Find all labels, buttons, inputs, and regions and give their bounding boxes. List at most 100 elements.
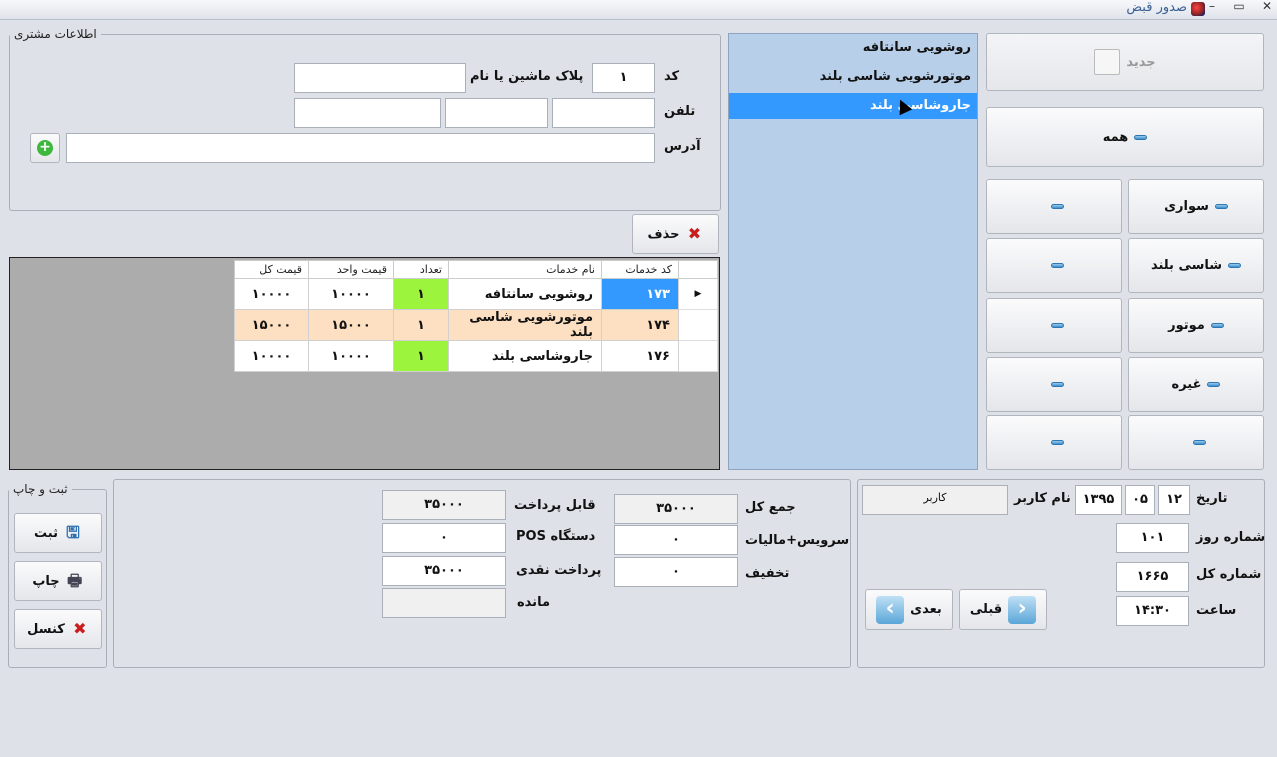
new-button[interactable]: جدید [986,33,1264,91]
table-row[interactable]: ۱۰۰۰۰ ۱۰۰۰۰ ۱ جاروشاسی بلند ۱۷۶ [234,340,718,372]
cancel-button[interactable]: ✖ کنسل [14,609,102,649]
customer-code-field[interactable]: ۱ [592,63,655,93]
table-row[interactable]: ۱۵۰۰۰ ۱۵۰۰۰ ۱ موتورشویی شاسی بلند ۱۷۴ [234,309,718,341]
total-field: ۳۵۰۰۰ [614,494,738,524]
header-unit-price[interactable]: قیمت واحد [308,260,394,279]
category-button-other[interactable]: غیره [1128,357,1264,412]
close-button[interactable]: ✕ [1258,0,1276,14]
phone-field-2[interactable] [445,98,548,128]
cell-code[interactable]: ۱۷۶ [601,340,679,372]
plate-field[interactable] [294,63,466,93]
cell-total[interactable]: ۱۰۰۰۰ [234,278,309,310]
minimize-button[interactable]: – [1203,0,1221,14]
cell-qty[interactable]: ۱ [393,278,449,310]
cell-name[interactable]: موتورشویی شاسی بلند [448,309,602,341]
cell-name[interactable]: جاروشاسی بلند [448,340,602,372]
total-label: جمع کل [745,500,796,515]
dash-icon [1192,440,1206,445]
date-day-field[interactable]: ۱۲ [1158,485,1190,515]
plate-label: پلاک ماشین یا نام [470,69,584,84]
discount-field[interactable]: ۰ [614,557,738,587]
window-title: صدور قبض [1126,0,1187,15]
cash-field[interactable]: ۳۵۰۰۰ [382,556,506,586]
services-grid: قیمت کل قیمت واحد تعداد نام خدمات کد خدم… [9,257,720,470]
save-button-label: ثبت [34,525,58,541]
x-icon: ✖ [73,619,87,638]
new-doc-icon [1094,49,1121,75]
category-label: شاسی بلند [1150,258,1223,273]
maximize-button[interactable]: ▭ [1230,0,1248,14]
row-selector[interactable] [678,309,718,341]
cell-qty[interactable]: ۱ [393,340,449,372]
next-button-label: بعدی [910,602,942,617]
user-label: نام کاربر [1014,491,1071,506]
pos-field[interactable]: ۰ [382,523,506,553]
previous-button[interactable]: ‹ قبلی [959,589,1047,630]
date-month-field[interactable]: ۰۵ [1125,485,1155,515]
header-service-name[interactable]: نام خدمات [448,260,602,279]
service-list-item-selected[interactable]: جاروشاسی بلند [729,93,977,119]
category-button-empty-1[interactable] [986,179,1122,234]
next-button[interactable]: بعدی › [865,589,953,630]
day-number-field: ۱۰۱ [1116,523,1189,553]
print-button-label: چاپ [32,573,60,589]
pos-label: دستگاه POS [516,529,596,544]
date-year-field[interactable]: ۱۳۹۵ [1075,485,1122,515]
dash-icon [1228,263,1242,268]
cell-unit[interactable]: ۱۵۰۰۰ [308,309,394,341]
total-number-field: ۱۶۶۵ [1116,562,1189,592]
time-label: ساعت [1196,603,1237,618]
services-table: قیمت کل قیمت واحد تعداد نام خدمات کد خدم… [234,260,718,372]
cell-unit[interactable]: ۱۰۰۰۰ [308,278,394,310]
save-button[interactable]: 🖫 ثبت [14,513,102,553]
phone-field-3[interactable] [294,98,441,128]
header-service-code[interactable]: کد خدمات [601,260,679,279]
row-selector[interactable] [678,340,718,372]
add-address-button[interactable]: + [30,133,60,163]
category-button-savari[interactable]: سواری [1128,179,1264,234]
remain-field [382,588,506,618]
cell-code[interactable]: ۱۷۴ [601,309,679,341]
all-button[interactable]: همه [986,107,1264,167]
service-listbox[interactable]: روشویی سانتافه موتورشویی شاسی بلند جاروش… [728,33,978,470]
cell-code[interactable]: ۱۷۳ [601,278,679,310]
customer-info-legend: اطلاعات مشتری [14,27,97,41]
payable-label: قابل پرداخت [514,498,596,513]
header-row-selector [678,260,718,279]
dash-icon [1210,323,1224,328]
cell-unit[interactable]: ۱۰۰۰۰ [308,340,394,372]
cell-total[interactable]: ۱۰۰۰۰ [234,340,309,372]
cell-total[interactable]: ۱۵۰۰۰ [234,309,309,341]
category-button-empty-3[interactable] [986,298,1122,353]
phone-field-1[interactable] [552,98,655,128]
service-list-item[interactable]: موتورشویی شاسی بلند [733,64,973,90]
phone-label: تلفن [664,104,696,119]
new-button-label: جدید [1126,54,1156,70]
service-list-item[interactable]: روشویی سانتافه [733,35,973,61]
header-qty[interactable]: تعداد [393,260,449,279]
title-bar [0,0,1277,20]
category-button-empty-6[interactable] [986,415,1122,470]
print-button[interactable]: 🖶 چاپ [14,561,102,601]
category-button-empty-5[interactable] [1128,415,1264,470]
date-label: تاریخ [1196,491,1228,506]
chevron-right-icon: › [876,595,905,624]
category-button-suv[interactable]: شاسی بلند [1128,238,1264,293]
address-field[interactable] [66,133,655,163]
category-button-motor[interactable]: موتور [1128,298,1264,353]
cancel-button-label: کنسل [27,621,65,637]
dash-icon [1050,323,1064,328]
category-button-empty-2[interactable] [986,238,1122,293]
tax-field[interactable]: ۰ [614,525,738,555]
dash-icon [1050,382,1064,387]
cell-name[interactable]: روشویی سانتافه [448,278,602,310]
cell-qty[interactable]: ۱ [393,309,449,341]
delete-button[interactable]: ✖ حذف [632,214,719,254]
floppy-disk-icon: 🖫 [66,523,80,542]
header-total[interactable]: قیمت کل [234,260,309,279]
row-selector-arrow[interactable]: ▶ [678,278,718,310]
table-row[interactable]: ۱۰۰۰۰ ۱۰۰۰۰ ۱ روشویی سانتافه ۱۷۳ ▶ [234,278,718,310]
category-label: موتور [1168,318,1205,333]
category-button-empty-4[interactable] [986,357,1122,412]
discount-label: تخفیف [745,566,790,581]
